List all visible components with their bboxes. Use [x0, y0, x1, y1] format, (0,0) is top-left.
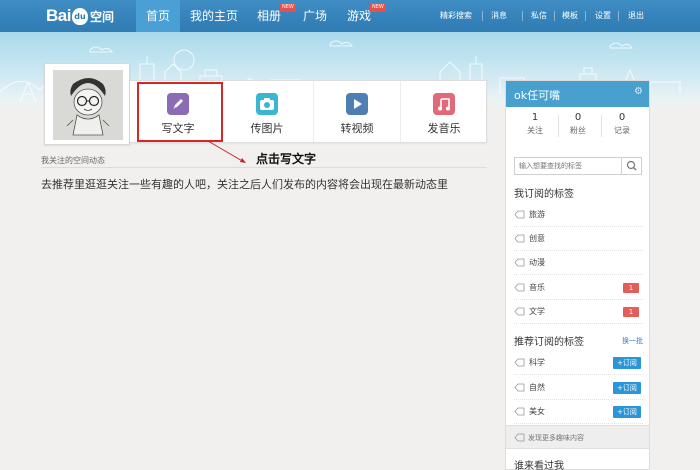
subscribed-tags-title: 我订阅的标签	[514, 189, 574, 200]
tag-item[interactable]: 动漫	[514, 251, 643, 275]
feed-title: 我关注的空间动态	[41, 156, 105, 165]
username[interactable]: ok任可嘴	[514, 87, 560, 103]
discover-more-link[interactable]: 发现更多趣味内容	[506, 425, 649, 449]
subscribe-button[interactable]: +订阅	[613, 406, 641, 418]
discover-more-label: 发现更多趣味内容	[528, 434, 584, 442]
tag-item[interactable]: 音乐 1	[514, 276, 643, 300]
sidebar-header: ok任可嘴 ⚙	[506, 81, 649, 107]
who-viewed-title: 谁来看过我	[514, 461, 564, 470]
tag-icon	[514, 407, 525, 416]
search-icon	[626, 160, 637, 171]
tag-search-input[interactable]	[519, 160, 619, 172]
stat-records-label: 记录	[614, 126, 630, 135]
tag-name: 创意	[529, 234, 545, 243]
stat-records-count: 0	[618, 112, 626, 123]
feed-divider	[41, 167, 487, 168]
stat-following-label: 关注	[527, 126, 543, 135]
tag-icon	[514, 307, 525, 316]
tag-item[interactable]: 文学 1	[514, 300, 643, 324]
tag-name: 科学	[529, 358, 545, 367]
tag-update-count: 1	[623, 307, 639, 317]
subscribe-button[interactable]: +订阅	[613, 382, 641, 394]
tag-name: 自然	[529, 383, 545, 392]
stat-records[interactable]: 0 记录	[602, 112, 642, 136]
stat-following-count: 1	[531, 112, 539, 123]
search-button[interactable]	[621, 158, 641, 174]
tag-icon	[514, 234, 525, 243]
user-sidebar: ok任可嘴 ⚙ 1 关注 0 粉丝 0 记录 我订阅的标签 旅游 创意 动漫 音…	[505, 80, 650, 470]
tag-name: 动漫	[529, 258, 545, 267]
tag-icon	[514, 283, 525, 292]
tag-icon	[514, 210, 525, 219]
tag-icon	[514, 433, 525, 442]
feed-empty-message: 去推荐里逛逛关注一些有趣的人吧，关注之后人们发布的内容将会出现在最新动态里	[41, 178, 448, 191]
stat-fans-label: 粉丝	[570, 126, 586, 135]
tag-search-box	[514, 157, 642, 175]
annotation-text: 点击写文字	[256, 152, 317, 166]
tag-icon	[514, 258, 525, 267]
recommended-tag-item[interactable]: 美女 +订阅	[514, 400, 643, 424]
tag-item[interactable]: 旅游	[514, 203, 643, 227]
tag-icon	[514, 383, 525, 392]
recommended-tag-item[interactable]: 自然 +订阅	[514, 376, 643, 400]
stat-following[interactable]: 1 关注	[515, 112, 555, 136]
tag-name: 美女	[529, 407, 545, 416]
tag-name: 文学	[529, 307, 545, 316]
recommended-tags-title: 推荐订阅的标签	[514, 337, 584, 348]
subscribe-button[interactable]: +订阅	[613, 357, 641, 369]
refresh-link[interactable]: 换一批	[622, 336, 643, 346]
tag-item[interactable]: 创意	[514, 227, 643, 251]
gear-icon[interactable]: ⚙	[634, 86, 643, 97]
tag-name: 旅游	[529, 210, 545, 219]
recommended-tag-item[interactable]: 科学 +订阅	[514, 351, 643, 375]
tag-name: 音乐	[529, 283, 545, 292]
stat-fans-count: 0	[574, 112, 582, 123]
stat-fans[interactable]: 0 粉丝	[558, 112, 598, 136]
tag-update-count: 1	[623, 283, 639, 293]
tag-icon	[514, 358, 525, 367]
